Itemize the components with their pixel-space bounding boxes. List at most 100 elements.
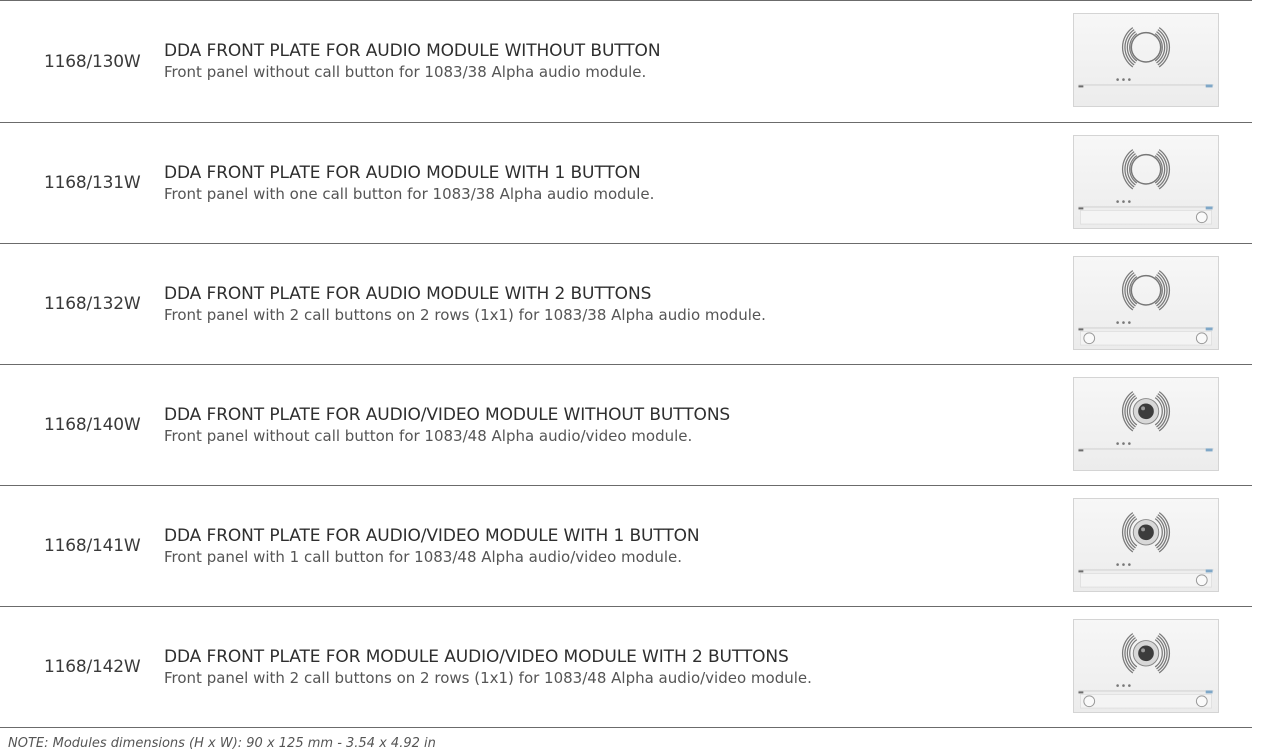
product-row: 1168/131W DDA FRONT PLATE FOR AUDIO MODU… — [0, 123, 1252, 244]
call-button-icon — [1083, 332, 1096, 345]
product-code: 1168/132W — [44, 294, 141, 314]
product-description-block: DDA FRONT PLATE FOR AUDIO/VIDEO MODULE W… — [164, 486, 954, 606]
left-mark-icon — [1078, 449, 1084, 452]
panel-divider — [1078, 206, 1214, 208]
front-plate-image — [1073, 13, 1219, 107]
button-area — [1080, 209, 1212, 225]
front-plate-drawing — [1078, 633, 1214, 709]
product-row: 1168/130W DDA FRONT PLATE FOR AUDIO MODU… — [0, 0, 1252, 123]
left-mark-icon — [1078, 85, 1084, 88]
product-title: DDA FRONT PLATE FOR AUDIO MODULE WITHOUT… — [164, 41, 661, 61]
product-title: DDA FRONT PLATE FOR MODULE AUDIO/VIDEO M… — [164, 646, 789, 667]
call-button-icon — [1195, 211, 1208, 224]
indicator-dot-icon — [1122, 442, 1125, 445]
product-row: 1168/141W DDA FRONT PLATE FOR AUDIO/VIDE… — [0, 486, 1252, 607]
front-plate-drawing — [1078, 149, 1214, 225]
indicator-dot-icon — [1116, 200, 1119, 203]
right-mark-icon — [1205, 206, 1213, 210]
product-description: Front panel with 2 call buttons on 2 row… — [164, 305, 766, 324]
product-code: 1168/140W — [44, 415, 141, 435]
right-mark-icon — [1205, 448, 1213, 452]
dimensions-note: NOTE: Modules dimensions (H x W): 90 x 1… — [8, 736, 436, 751]
product-description: Front panel with 1 call button for 1083/… — [164, 547, 683, 566]
panel-divider — [1078, 327, 1214, 329]
lens-highlight-icon — [1141, 648, 1146, 653]
front-plate-image — [1073, 498, 1219, 592]
indicator-dot-icon — [1122, 78, 1125, 81]
product-table: 1168/130W DDA FRONT PLATE FOR AUDIO MODU… — [0, 0, 1252, 728]
right-mark-icon — [1205, 569, 1213, 573]
product-description: Front panel without call button for 1083… — [164, 426, 693, 445]
product-description-block: DDA FRONT PLATE FOR AUDIO MODULE WITHOUT… — [164, 1, 954, 122]
product-title: DDA FRONT PLATE FOR AUDIO/VIDEO MODULE W… — [164, 525, 700, 546]
product-code: 1168/142W — [44, 657, 141, 677]
microphone-ring-icon — [1130, 153, 1162, 185]
right-mark-icon — [1205, 690, 1213, 694]
indicator-dot-icon — [1128, 442, 1131, 445]
front-plate-image — [1073, 256, 1219, 350]
button-area — [1080, 693, 1212, 709]
panel-divider — [1078, 448, 1214, 450]
lens-highlight-icon — [1141, 527, 1146, 532]
indicator-dot-icon — [1128, 684, 1131, 687]
product-row: 1168/132W DDA FRONT PLATE FOR AUDIO MODU… — [0, 244, 1252, 365]
panel-divider — [1078, 84, 1214, 86]
product-description: Front panel without call button for 1083… — [164, 63, 647, 81]
indicator-dot-icon — [1116, 442, 1119, 445]
indicator-dot-icon — [1128, 563, 1131, 566]
call-button-icon — [1195, 574, 1208, 587]
front-plate-image — [1073, 135, 1219, 229]
indicator-dot-icon — [1128, 321, 1131, 324]
product-description-block: DDA FRONT PLATE FOR MODULE AUDIO/VIDEO M… — [164, 607, 954, 727]
product-title: DDA FRONT PLATE FOR AUDIO MODULE WITH 2 … — [164, 283, 652, 304]
indicator-dot-icon — [1116, 563, 1119, 566]
left-mark-icon — [1078, 207, 1084, 210]
microphone-ring-icon — [1130, 31, 1162, 63]
front-plate-drawing — [1078, 27, 1214, 88]
call-button-icon — [1083, 695, 1096, 708]
right-mark-icon — [1205, 84, 1213, 88]
lens-highlight-icon — [1141, 406, 1146, 411]
indicator-dot-icon — [1116, 684, 1119, 687]
product-title: DDA FRONT PLATE FOR AUDIO MODULE WITH 1 … — [164, 162, 641, 183]
product-description-block: DDA FRONT PLATE FOR AUDIO MODULE WITH 2 … — [164, 244, 954, 364]
panel-divider — [1078, 690, 1214, 692]
right-mark-icon — [1205, 327, 1213, 331]
camera-lens-icon — [1138, 645, 1154, 662]
left-mark-icon — [1078, 328, 1084, 331]
left-mark-icon — [1078, 691, 1084, 694]
speaker-grille-icon — [1121, 149, 1171, 190]
product-description: Front panel with 2 call buttons on 2 row… — [164, 668, 812, 687]
indicator-dot-icon — [1122, 563, 1125, 566]
product-description: Front panel with one call button for 108… — [164, 184, 655, 203]
product-title: DDA FRONT PLATE FOR AUDIO/VIDEO MODULE W… — [164, 404, 731, 425]
indicator-dot-icon — [1122, 684, 1125, 687]
indicator-dot-icon — [1128, 200, 1131, 203]
speaker-grille-icon — [1121, 270, 1171, 311]
product-code: 1168/141W — [44, 536, 141, 556]
panel-divider — [1078, 569, 1214, 571]
indicator-dot-icon — [1122, 321, 1125, 324]
front-plate-drawing — [1078, 270, 1214, 346]
product-code: 1168/130W — [44, 51, 141, 72]
product-row: 1168/140W DDA FRONT PLATE FOR AUDIO/VIDE… — [0, 365, 1252, 486]
call-button-icon — [1195, 695, 1208, 708]
indicator-dot-icon — [1122, 200, 1125, 203]
button-area — [1080, 330, 1212, 346]
product-description-block: DDA FRONT PLATE FOR AUDIO/VIDEO MODULE W… — [164, 365, 954, 485]
product-row: 1168/142W DDA FRONT PLATE FOR MODULE AUD… — [0, 607, 1252, 728]
front-plate-drawing — [1078, 391, 1214, 452]
call-button-icon — [1195, 332, 1208, 345]
front-plate-drawing — [1078, 512, 1214, 588]
product-code: 1168/131W — [44, 173, 141, 193]
left-mark-icon — [1078, 570, 1084, 573]
camera-lens-icon — [1138, 524, 1154, 541]
product-description-block: DDA FRONT PLATE FOR AUDIO MODULE WITH 1 … — [164, 123, 954, 243]
indicator-dot-icon — [1116, 78, 1119, 81]
front-plate-image — [1073, 619, 1219, 713]
button-area — [1080, 572, 1212, 588]
camera-lens-icon — [1138, 403, 1154, 420]
speaker-grille-icon — [1121, 27, 1171, 68]
front-plate-image — [1073, 377, 1219, 471]
microphone-ring-icon — [1130, 274, 1162, 306]
